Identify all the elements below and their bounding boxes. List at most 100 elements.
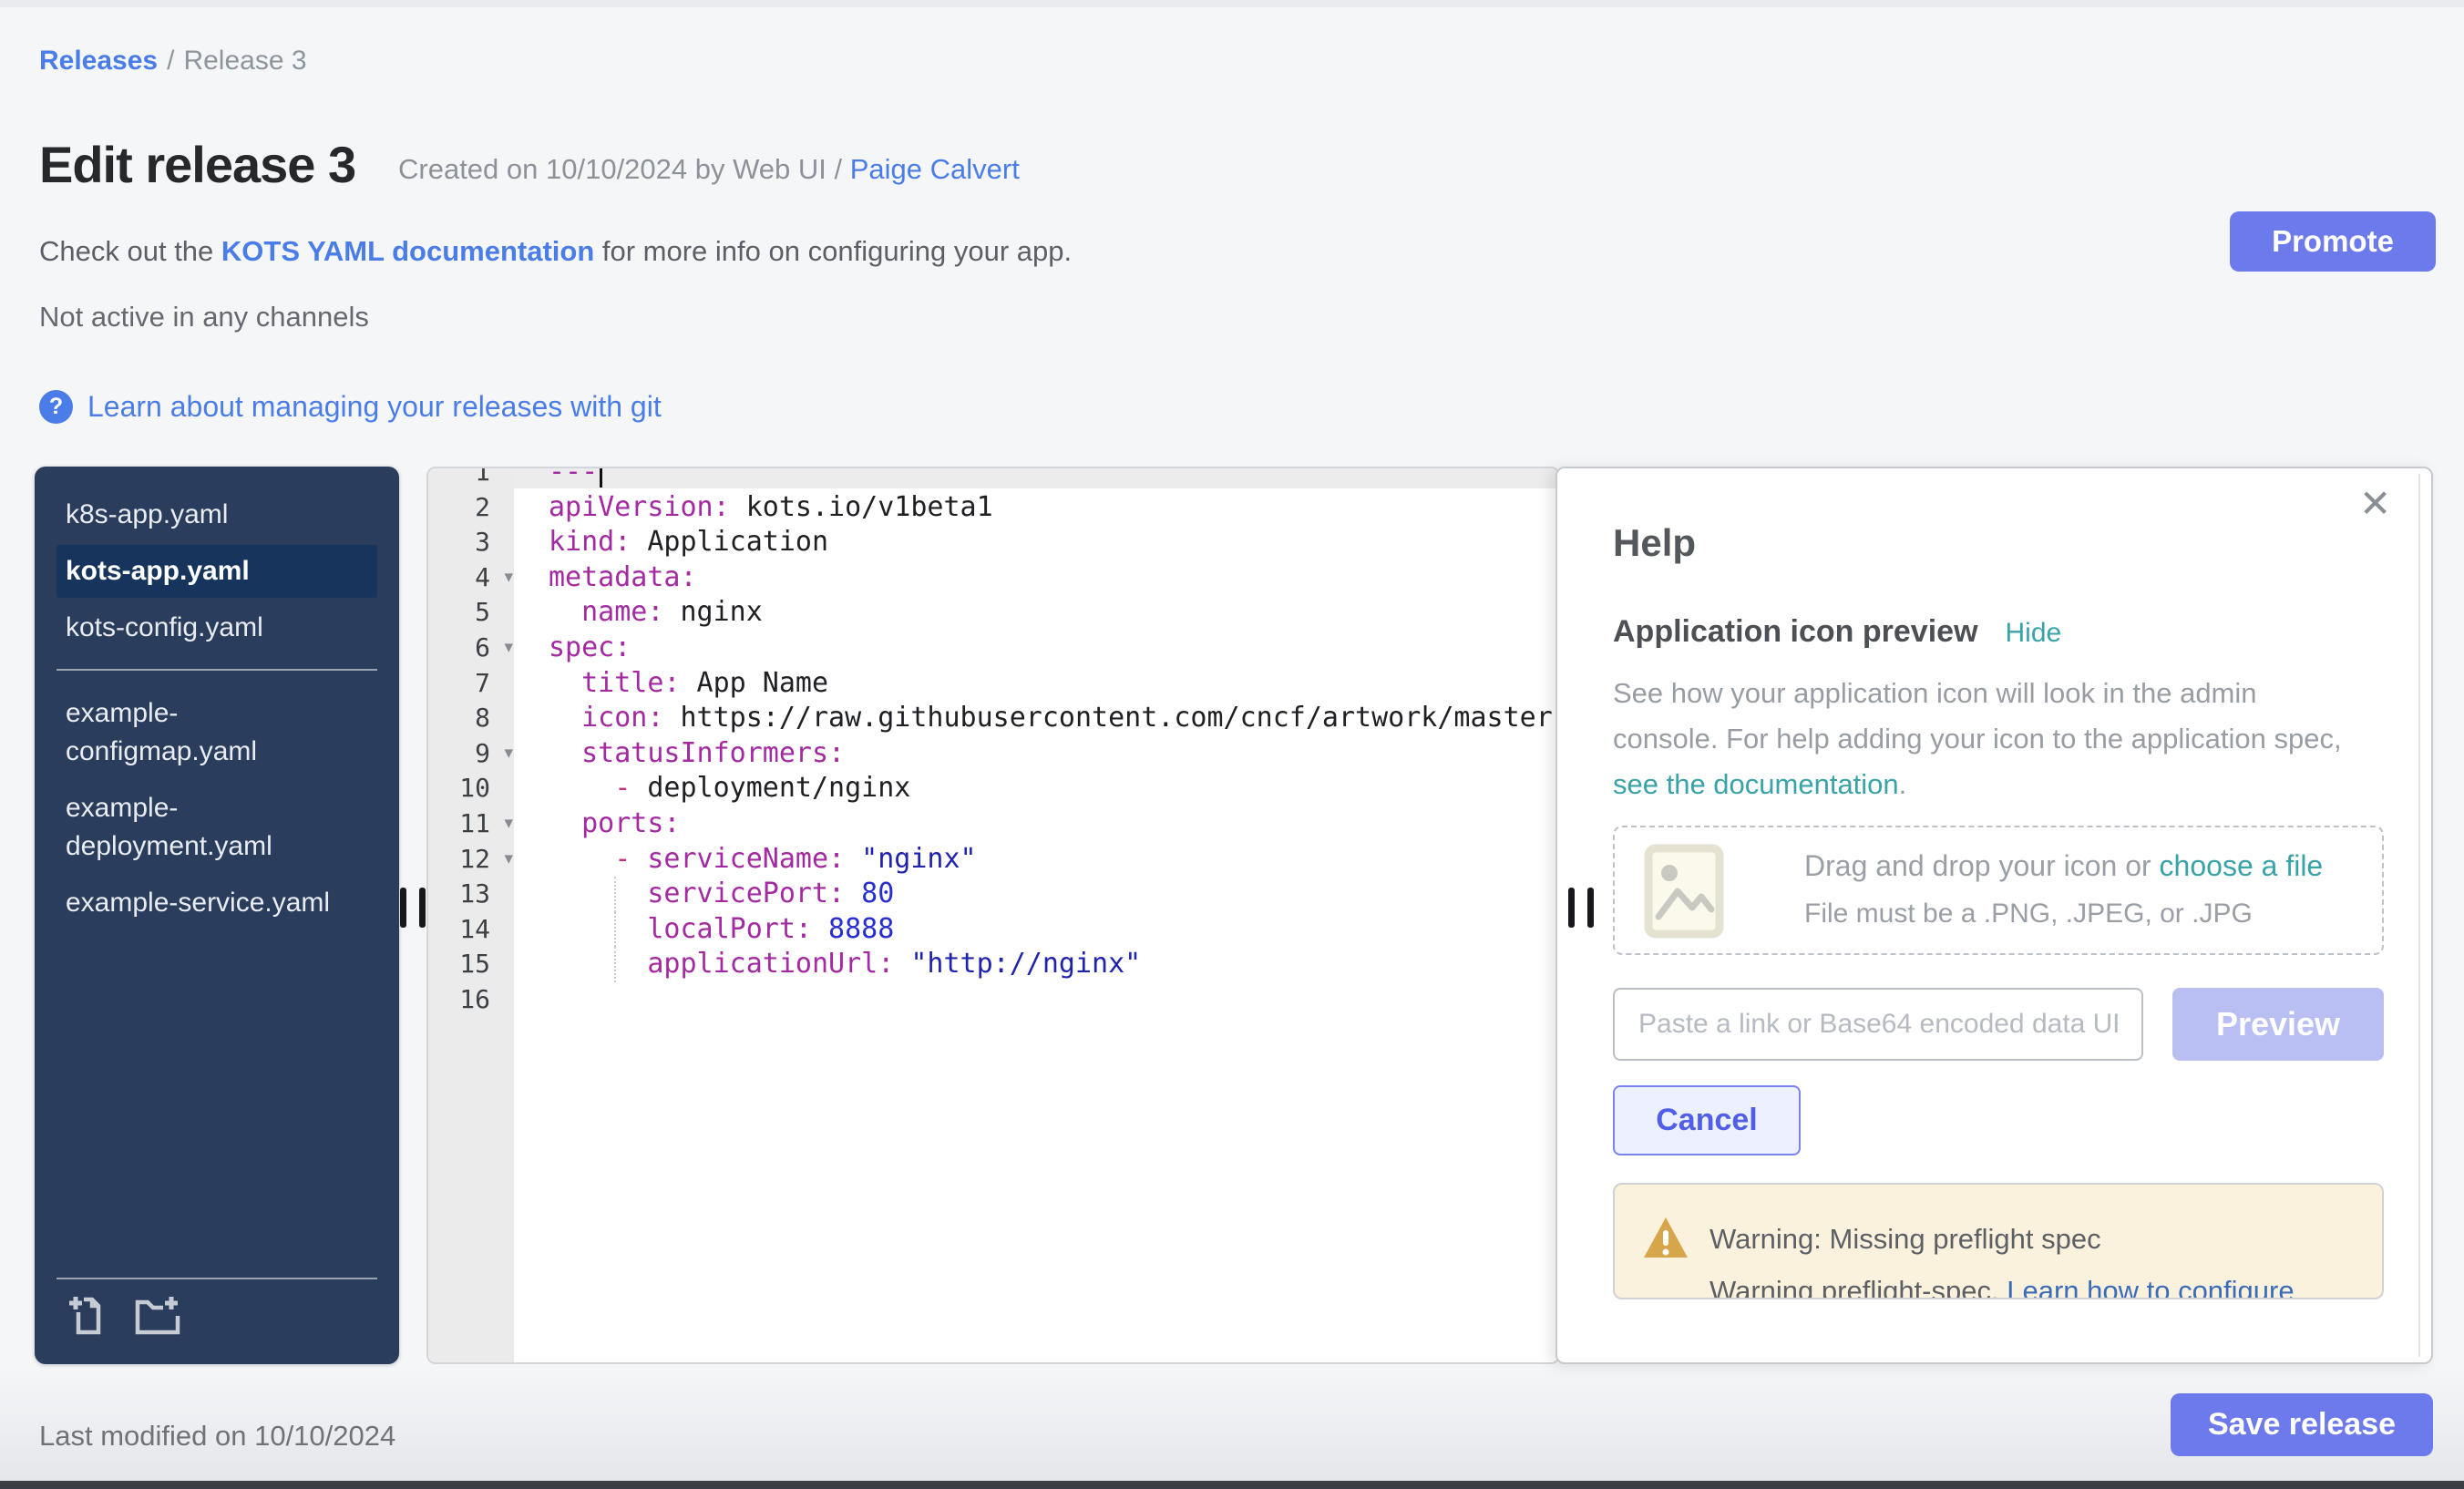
file-item-kots-app-yaml[interactable]: kots-app.yaml: [56, 545, 377, 598]
code-line-16: [549, 982, 1558, 1018]
gutter-line-1: 1: [428, 467, 514, 490]
editor-code-area[interactable]: ---apiVersion: kots.io/v1beta1kind: Appl…: [514, 468, 1558, 1362]
help-splitter-handle[interactable]: [1568, 888, 1575, 928]
add-folder-icon[interactable]: [133, 1294, 182, 1340]
channel-status: Not active in any channels: [39, 301, 369, 334]
file-item-example-service-yaml[interactable]: example-service.yaml: [56, 877, 377, 929]
see-documentation-link[interactable]: see the documentation: [1613, 768, 1899, 800]
code-line-5: name: nginx: [549, 595, 1558, 631]
gutter-line-3: 3: [428, 525, 514, 560]
code-line-4: metadata:: [549, 560, 1558, 596]
last-modified-text: Last modified on 10/10/2024: [39, 1420, 395, 1453]
file-tree-sidebar: k8s-app.yamlkots-app.yamlkots-config.yam…: [35, 467, 399, 1364]
gutter-line-10: 10: [428, 771, 514, 806]
file-list-divider: [56, 669, 377, 671]
warning-title: Warning: Missing preflight spec: [1709, 1223, 2101, 1256]
file-item-example-configmap-yaml[interactable]: example- configmap.yaml: [56, 687, 377, 778]
close-icon[interactable]: ✕: [2359, 485, 2391, 523]
breadcrumb: Releases/Release 3: [39, 46, 307, 77]
preflight-warning-box: Warning: Missing preflight spec Warning …: [1613, 1183, 2384, 1299]
cancel-button[interactable]: Cancel: [1613, 1085, 1801, 1155]
warning-triangle-icon: [1642, 1216, 1689, 1264]
icon-dropzone[interactable]: Drag and drop your icon or choose a file…: [1613, 826, 2384, 955]
gutter-line-11: 11▾: [428, 806, 514, 842]
learn-configure-link[interactable]: Learn how to configure: [2007, 1275, 2294, 1299]
doc-line-prefix: Check out the: [39, 235, 221, 267]
add-file-icon[interactable]: [67, 1294, 109, 1340]
code-line-6: spec:: [549, 631, 1558, 666]
promote-button[interactable]: Promote: [2230, 211, 2436, 272]
git-help-row: ? Learn about managing your releases wit…: [39, 388, 662, 425]
code-line-3: kind: Application: [549, 525, 1558, 560]
gutter-line-12: 12▾: [428, 842, 514, 878]
text-cursor: [600, 468, 602, 488]
code-lines: ---apiVersion: kots.io/v1beta1kind: Appl…: [549, 468, 1558, 1018]
code-line-11: ports:: [549, 806, 1558, 842]
file-list: k8s-app.yamlkots-app.yamlkots-config.yam…: [35, 488, 399, 929]
icon-url-input[interactable]: [1613, 988, 2143, 1061]
breadcrumb-separator: /: [158, 46, 183, 76]
desc-line-2: console. For help adding your icon to th…: [1613, 716, 2342, 762]
icon-preview-description: See how your application icon will look …: [1613, 671, 2342, 807]
fold-arrow-icon[interactable]: ▾: [504, 842, 513, 878]
desc-line-3: see the documentation.: [1613, 762, 2342, 807]
window-bottom-edge: [0, 1481, 2464, 1489]
file-item-example-deployment-yaml[interactable]: example- deployment.yaml: [56, 782, 377, 873]
editor-gutter: 1234▾56▾789▾1011▾12▾13141516: [428, 468, 514, 1362]
fold-arrow-icon[interactable]: ▾: [504, 631, 513, 666]
warning-detail: Warning preflight-spec. Learn how to con…: [1709, 1275, 2295, 1299]
code-line-10: - deployment/nginx: [549, 771, 1558, 806]
preview-button[interactable]: Preview: [2172, 988, 2384, 1061]
sidebar-splitter-handle[interactable]: [400, 888, 406, 928]
gutter-lines: 1234▾56▾789▾1011▾12▾13141516: [428, 467, 514, 1018]
hide-link[interactable]: Hide: [2006, 618, 2062, 648]
code-line-8: icon: https://raw.githubusercontent.com/…: [549, 701, 1558, 736]
sidebar-bottom-divider: [56, 1278, 377, 1279]
gutter-line-7: 7: [428, 666, 514, 702]
doc-line-suffix: for more info on configuring your app.: [594, 235, 1072, 267]
icon-preview-title: Application icon preview: [1613, 614, 1978, 649]
yaml-editor[interactable]: 1234▾56▾789▾1011▾12▾13141516 ---apiVersi…: [426, 467, 1560, 1364]
gutter-line-14: 14: [428, 912, 514, 948]
breadcrumb-current: Release 3: [183, 46, 306, 76]
fold-arrow-icon[interactable]: ▾: [504, 806, 513, 842]
git-releases-link[interactable]: Learn about managing your releases with …: [87, 390, 662, 424]
gutter-line-13: 13: [428, 877, 514, 912]
code-line-15: applicationUrl: "http://nginx": [549, 947, 1558, 982]
code-line-1: ---: [549, 468, 1558, 490]
fold-arrow-icon[interactable]: ▾: [504, 560, 513, 596]
code-line-9: statusInformers:: [549, 736, 1558, 772]
gutter-line-6: 6▾: [428, 631, 514, 666]
doc-line: Check out the KOTS YAML documentation fo…: [39, 235, 1072, 268]
code-line-2: apiVersion: kots.io/v1beta1: [549, 490, 1558, 526]
gutter-line-15: 15: [428, 947, 514, 982]
file-item-kots-config-yaml[interactable]: kots-config.yaml: [56, 601, 377, 654]
desc-line-1: See how your application icon will look …: [1613, 671, 2342, 716]
fold-arrow-icon[interactable]: ▾: [504, 736, 513, 772]
created-line: Created on 10/10/2024 by Web UI / Paige …: [398, 153, 1020, 186]
gutter-line-16: 16: [428, 982, 514, 1018]
breadcrumb-releases-link[interactable]: Releases: [39, 46, 158, 76]
sidebar-splitter-handle[interactable]: [419, 888, 426, 928]
file-item-k8s-app-yaml[interactable]: k8s-app.yaml: [56, 488, 377, 541]
gutter-line-2: 2: [428, 490, 514, 526]
help-panel-scrollbar[interactable]: [2418, 474, 2420, 1357]
code-line-14: localPort: 8888: [549, 912, 1558, 948]
choose-file-link[interactable]: choose a file: [2160, 849, 2324, 882]
code-line-12: - serviceName: "nginx": [549, 842, 1558, 878]
save-release-button[interactable]: Save release: [2171, 1393, 2433, 1456]
page-title: Edit release 3: [39, 135, 355, 194]
dropzone-main-text: Drag and drop your icon or choose a file: [1804, 849, 2323, 883]
gutter-line-9: 9▾: [428, 736, 514, 772]
sidebar-bottom: [56, 1278, 377, 1346]
gutter-line-8: 8: [428, 701, 514, 736]
question-icon: ?: [39, 390, 73, 424]
gutter-line-5: 5: [428, 595, 514, 631]
code-line-13: servicePort: 80: [549, 877, 1558, 912]
help-splitter-handle[interactable]: [1587, 888, 1594, 928]
author-link[interactable]: Paige Calvert: [850, 153, 1020, 185]
gutter-line-4: 4▾: [428, 560, 514, 596]
kots-yaml-doc-link[interactable]: KOTS YAML documentation: [221, 235, 594, 267]
code-line-7: title: App Name: [549, 666, 1558, 702]
dropzone-sub-text: File must be a .PNG, .JPEG, or .JPG: [1804, 899, 2253, 929]
